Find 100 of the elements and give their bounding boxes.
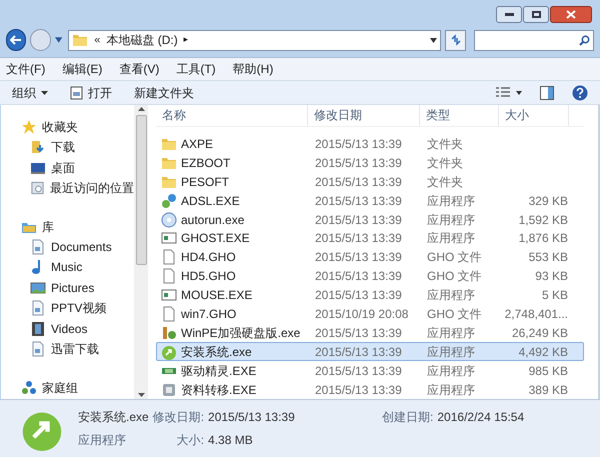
column-header[interactable]: 大小: [499, 105, 569, 126]
caret-icon[interactable]: [430, 38, 438, 42]
view-options-icon[interactable]: [496, 86, 522, 98]
modified-date: 2015/5/13 13:39: [314, 382, 403, 399]
file-name: win7.GHO: [181, 306, 236, 323]
film-icon: [30, 320, 46, 337]
file-row[interactable]: GHOST.EXE 2015/5/13 13:39 应用程序 1,876 KB: [156, 228, 584, 248]
file-type: 应用程序: [426, 382, 476, 399]
file-name: PESOFT: [181, 174, 230, 191]
sidebar-item[interactable]: 下载: [21, 137, 134, 158]
toolbar-button[interactable]: 新建文件夹: [134, 84, 194, 102]
menu-item[interactable]: 编辑(E): [62, 60, 102, 78]
column-header[interactable]: 名称: [156, 105, 308, 126]
modified-date: 2015/5/13 13:39: [314, 362, 403, 380]
sidebar-item[interactable]: PPTV视频: [21, 298, 134, 318]
sidebar-group[interactable]: 家庭组: [21, 378, 134, 398]
refresh-button[interactable]: [445, 30, 466, 50]
file-row[interactable]: autorun.exe 2015/5/13 13:39 应用程序 1,592 KB: [156, 210, 584, 229]
sidebar-item[interactable]: 最近访问的位置: [21, 178, 134, 198]
sidebar-item[interactable]: 迅雷下载: [21, 339, 134, 360]
preview-pane-icon[interactable]: [540, 86, 554, 100]
address-bar[interactable]: « 本地磁盘 (D:) ▸: [68, 30, 442, 50]
window-icon: [161, 230, 177, 246]
modified-date: 2015/5/13 13:39: [314, 154, 403, 172]
modified-date: 2015/5/13 13:39: [314, 287, 403, 304]
close-button[interactable]: [550, 6, 592, 23]
search-field[interactable]: [474, 30, 594, 50]
back-button[interactable]: [6, 29, 26, 51]
maximize-button[interactable]: [523, 6, 549, 23]
file-size: 553 KB: [528, 249, 568, 266]
menu-item[interactable]: 帮助(H): [232, 60, 274, 78]
breadcrumb-separator[interactable]: ▸: [184, 33, 189, 47]
star-icon: [21, 119, 37, 135]
installer-icon: [161, 344, 177, 360]
modified-date: 2015/5/13 13:39: [314, 344, 403, 361]
help-icon[interactable]: [572, 84, 588, 100]
file-size: 985 KB: [528, 362, 568, 380]
minimize-button[interactable]: [496, 6, 522, 23]
modified-date: 2015/5/13 13:39: [314, 230, 403, 248]
detail-value: 2015/5/13 13:39: [208, 409, 296, 426]
sidebar-item[interactable]: Pictures: [21, 278, 134, 298]
file-size: 1,592 KB: [518, 212, 568, 229]
file-name: ADSL.EXE: [181, 192, 240, 210]
file-size: 389 KB: [528, 382, 568, 399]
scroll-thumb[interactable]: [136, 115, 146, 265]
breadcrumb-overflow[interactable]: «: [94, 32, 100, 48]
file-row[interactable]: PESOFT 2015/5/13 13:39 文件夹: [156, 172, 584, 192]
menu-item[interactable]: 工具(T): [176, 60, 216, 78]
history-dropdown-icon[interactable]: [54, 37, 62, 43]
file-row[interactable]: MOUSE.EXE 2015/5/13 13:39 应用程序 5 KB: [156, 286, 584, 305]
sidebar-group[interactable]: 收藏夹: [21, 117, 134, 137]
file-row[interactable]: 驱动精灵.EXE 2015/5/13 13:39 应用程序 985 KB: [156, 361, 584, 380]
file-row[interactable]: AXPE 2015/5/13 13:39 文件夹: [156, 134, 584, 154]
sidebar-item[interactable]: 桌面: [21, 158, 134, 178]
file-row[interactable]: 安装系统.exe 2015/5/13 13:39 应用程序 4,492 KB: [156, 342, 584, 362]
file-row[interactable]: HD5.GHO 2015/5/13 13:39 GHO 文件 93 KB: [156, 266, 584, 286]
tools-icon: [161, 324, 177, 341]
column-header[interactable]: 类型: [420, 105, 499, 126]
modified-date: 2015/5/13 13:39: [314, 174, 403, 191]
file-row[interactable]: WinPE加强硬盘版.exe 2015/5/13 13:39 应用程序 26,249 KB: [156, 323, 584, 342]
file-row[interactable]: HD4.GHO 2015/5/13 13:39 GHO 文件 553 KB: [156, 248, 584, 267]
file-size: 5 KB: [542, 287, 568, 304]
sidebar-group[interactable]: 库: [21, 216, 134, 236]
modified-date: 2015/5/13 13:39: [314, 136, 403, 153]
file-name: autorun.exe: [181, 212, 244, 229]
open-file-icon: [70, 86, 83, 100]
detail-label: 修改日期:: [152, 409, 204, 426]
file-size: 26,249 KB: [512, 324, 568, 342]
file-row[interactable]: 资料转移.EXE 2015/5/13 13:39 应用程序 389 KB: [156, 380, 584, 399]
modified-date: 2015/5/13 13:39: [314, 212, 403, 229]
toolbar-button[interactable]: 打开: [70, 84, 112, 102]
file-size: 329 KB: [528, 192, 568, 210]
menu-item[interactable]: 文件(F): [6, 60, 46, 78]
breadcrumb-item[interactable]: 本地磁盘 (D:): [106, 31, 178, 49]
modified-date: 2015/5/13 13:39: [314, 249, 403, 266]
recent-icon: [30, 180, 45, 196]
file-type: GHO 文件: [426, 268, 483, 286]
file-name: HD4.GHO: [181, 249, 236, 266]
window-icon: [161, 287, 177, 304]
sidebar-item[interactable]: Videos: [21, 318, 134, 339]
toolbar-button[interactable]: 组织: [12, 84, 48, 102]
sidebar-item[interactable]: Music: [21, 257, 134, 278]
scrollbar[interactable]: [134, 105, 148, 399]
file-type: 文件夹: [426, 174, 464, 191]
file-type: 应用程序: [426, 212, 476, 229]
file-row[interactable]: EZBOOT 2015/5/13 13:39 文件夹: [156, 153, 584, 172]
file-row[interactable]: win7.GHO 2015/10/19 20:08 GHO 文件 2,748,401...: [156, 304, 584, 324]
file-name: HD5.GHO: [181, 268, 236, 286]
file-type: 应用程序: [426, 324, 476, 342]
column-header[interactable]: 修改日期: [308, 105, 420, 126]
scroll-down-icon[interactable]: [138, 393, 144, 397]
document-icon: [30, 300, 46, 316]
sidebar-item[interactable]: Documents: [21, 236, 134, 257]
menu-item[interactable]: 查看(V): [119, 60, 160, 78]
file-name: WinPE加强硬盘版.exe: [181, 324, 300, 342]
scroll-up-icon[interactable]: [138, 107, 144, 111]
file-row[interactable]: ADSL.EXE 2015/5/13 13:39 应用程序 329 KB: [156, 191, 584, 210]
file-type: 应用程序: [426, 230, 476, 248]
file-size: 93 KB: [535, 268, 568, 286]
detail-label: 创建日期:: [382, 409, 434, 426]
